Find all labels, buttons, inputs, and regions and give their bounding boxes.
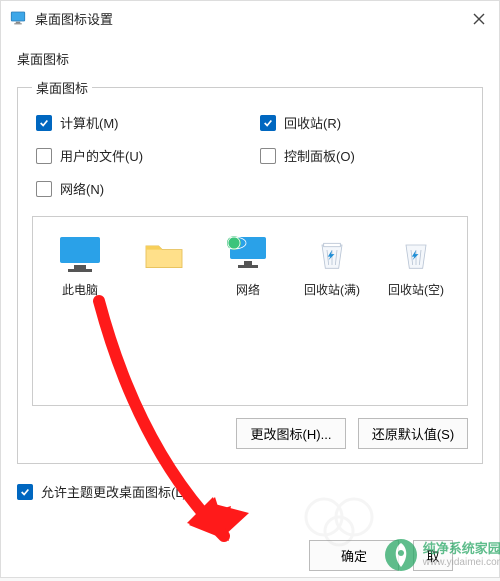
icon-preview-box: 此电脑 (32, 216, 468, 406)
watermark-logo-icon (383, 537, 419, 573)
allow-theme-checkbox[interactable]: 允许主题更改桌面图标(L) (17, 482, 483, 501)
checkbox-userfiles[interactable]: 用户的文件(U) (36, 146, 240, 165)
check-icon (17, 484, 33, 500)
icons-group: 桌面图标 计算机(M) 回收站(R) 用户的文件(U) (17, 78, 483, 464)
app-icon (9, 9, 27, 27)
preview-label: 此电脑 (45, 281, 115, 298)
preview-label: 回收站(空) (381, 281, 451, 298)
watermark-text: 纯净系统家园 www.yidaimei.com (423, 542, 500, 567)
watermark: 纯净系统家园 www.yidaimei.com (383, 537, 500, 573)
window-title: 桌面图标设置 (35, 9, 113, 28)
preview-label: 回收站(满) (297, 281, 367, 298)
change-icon-button[interactable]: 更改图标(H)... (236, 418, 346, 449)
check-icon (36, 115, 52, 131)
check-icon (260, 115, 276, 131)
icon-action-row: 更改图标(H)... 还原默认值(S) (32, 418, 468, 449)
checkbox-grid: 计算机(M) 回收站(R) 用户的文件(U) 控制面板(O) (32, 107, 468, 202)
close-button[interactable] (467, 7, 491, 31)
recycle-full-icon (308, 235, 356, 275)
folder-icon (140, 235, 188, 275)
watermark-url: www.yidaimei.com (423, 557, 500, 568)
checkbox-label: 网络(N) (60, 179, 104, 198)
checkbox-label: 回收站(R) (284, 113, 341, 132)
watermark-cn: 纯净系统家园 (423, 542, 500, 556)
section-label: 桌面图标 (17, 43, 483, 78)
checkbox-control[interactable]: 控制面板(O) (260, 146, 464, 165)
titlebar: 桌面图标设置 (1, 1, 499, 35)
icon-row: 此电脑 (45, 235, 455, 298)
group-legend: 桌面图标 (32, 78, 92, 97)
preview-recycle-full[interactable]: 回收站(满) (297, 235, 367, 298)
checkbox-label: 计算机(M) (60, 113, 119, 132)
checkbox-recycle[interactable]: 回收站(R) (260, 113, 464, 132)
checkbox-label: 控制面板(O) (284, 146, 355, 165)
preview-recycle-empty[interactable]: 回收站(空) (381, 235, 451, 298)
checkbox-network[interactable]: 网络(N) (36, 179, 240, 198)
recycle-empty-icon (392, 235, 440, 275)
checkbox-label: 允许主题更改桌面图标(L) (41, 482, 187, 501)
content-area: 桌面图标 桌面图标 计算机(M) 回收站(R) (1, 35, 499, 517)
check-icon (36, 181, 52, 197)
checkbox-label: 用户的文件(U) (60, 146, 143, 165)
restore-default-button[interactable]: 还原默认值(S) (358, 418, 468, 449)
preview-this-pc[interactable]: 此电脑 (45, 235, 115, 298)
preview-label: 网络 (213, 281, 283, 298)
network-icon (224, 235, 272, 275)
check-icon (260, 148, 276, 164)
preview-network[interactable]: 网络 (213, 235, 283, 298)
dialog-window: 桌面图标设置 桌面图标 桌面图标 计算机(M) 回收站(R) (0, 0, 500, 578)
preview-folder[interactable] (129, 235, 199, 298)
monitor-icon (56, 235, 104, 275)
checkbox-computer[interactable]: 计算机(M) (36, 113, 240, 132)
check-icon (36, 148, 52, 164)
